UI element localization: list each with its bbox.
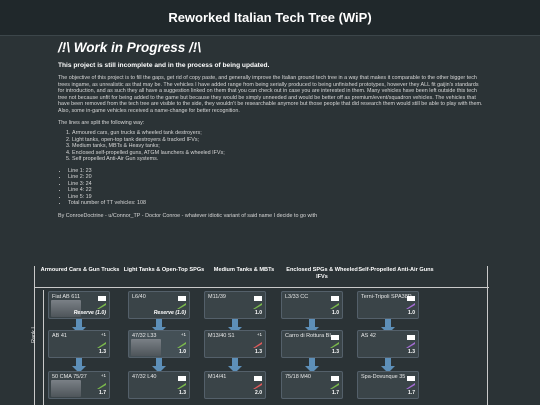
battle-rating: 1.3	[255, 349, 262, 355]
flag-icon	[407, 335, 415, 340]
flag-icon	[254, 376, 262, 381]
list-item: Self propelled Anti-Air Gun systems.	[72, 156, 486, 163]
vehicle-name: Terni-Tripoli SPA38R	[361, 294, 412, 300]
battle-rating: 1.3	[332, 349, 339, 355]
list-item: Total number of TT vehicles: 108	[68, 200, 486, 207]
folder-count: +1	[100, 373, 106, 378]
battle-rating: 1.3	[408, 349, 415, 355]
rank-label-text: Rank I	[30, 327, 37, 343]
vehicle-card[interactable]: Fiat AB 611 Reserve (1.0)	[48, 291, 110, 319]
battle-rating: 1.0	[255, 310, 262, 316]
vehicle-class-icon	[253, 342, 262, 348]
vehicle-name: 47/32 L40	[132, 374, 157, 380]
flag-icon	[331, 296, 339, 301]
credits: By ConroeDoctrine - u/Connor_TP - Doctor…	[58, 212, 318, 219]
vehicle-card[interactable]: Spa-Dovunque 35 1.7	[357, 371, 419, 399]
battle-rating: 1.0	[408, 310, 415, 316]
lines-list: Armoured cars, gun trucks & wheeled tank…	[72, 130, 486, 163]
flag-icon	[178, 296, 186, 301]
vehicle-card[interactable]: 75/18 M40 1.7	[281, 371, 343, 399]
vehicle-class-icon	[97, 383, 106, 389]
vehicle-name: AS 42	[361, 333, 376, 339]
vehicle-name: Carro di Rottura BI	[285, 333, 331, 339]
rank-label: Rank I	[30, 290, 44, 405]
vehicle-name: L6/40	[132, 294, 146, 300]
vehicle-card[interactable]: M13/40 S1 +1 1.3	[204, 330, 266, 358]
vehicle-card[interactable]: 50 CMA 75/27 +1 1.7	[48, 371, 110, 399]
incomplete-notice: This project is still incomplete and in …	[58, 62, 270, 69]
vehicle-class-icon	[177, 303, 186, 309]
vehicle-class-icon	[330, 383, 339, 389]
column-header: Self-Propelled Anti-Air Guns	[358, 267, 434, 273]
column-header: Medium Tanks & MBTs	[213, 267, 275, 273]
vehicle-class-icon	[253, 303, 262, 309]
vehicle-name: Spa-Dovunque 35	[361, 374, 406, 380]
vehicle-name: 75/18 M40	[285, 374, 311, 380]
vehicle-card[interactable]: M11/39 1.0	[204, 291, 266, 319]
flag-icon	[407, 296, 415, 301]
flag-icon	[178, 376, 186, 381]
vehicle-class-icon	[253, 383, 262, 389]
lines-intro: The lines are split the following way:	[58, 120, 145, 126]
vehicle-class-icon	[330, 342, 339, 348]
folder-count: +1	[100, 332, 106, 337]
vehicle-card[interactable]: L3/33 CC 1.0	[281, 291, 343, 319]
flag-icon	[331, 376, 339, 381]
vehicle-class-icon	[177, 383, 186, 389]
battle-rating: 2.0	[255, 390, 262, 396]
vehicle-card[interactable]: AB 41 +1 1.3	[48, 330, 110, 358]
vehicle-name: M14/41	[208, 374, 227, 380]
vehicle-name: M13/40 S1	[208, 333, 235, 339]
battle-rating: 1.0	[332, 310, 339, 316]
reserve-label: Reserve (1.0)	[73, 310, 106, 316]
title-bar: Reworked Italian Tech Tree (WiP)	[0, 0, 540, 36]
vehicle-class-icon	[406, 383, 415, 389]
vehicle-card[interactable]: 47/32 L33 +1 1.0	[128, 330, 190, 358]
vehicle-class-icon	[330, 303, 339, 309]
battle-rating: 1.0	[179, 349, 186, 355]
vehicle-card[interactable]: 47/32 L40 1.3	[128, 371, 190, 399]
intro-section: /!\ Work in Progress /!\ This project is…	[58, 36, 486, 219]
column-header: Armoured Cars & Gun Trucks	[40, 267, 120, 273]
vehicle-name: L3/33 CC	[285, 294, 309, 300]
vehicle-card[interactable]: Carro di Rottura BI 1.3	[281, 330, 343, 358]
vehicle-class-icon	[97, 303, 106, 309]
flag-icon	[407, 376, 415, 381]
vehicle-name: M11/39	[208, 294, 226, 300]
vehicle-card[interactable]: Terni-Tripoli SPA38R 1.0	[357, 291, 419, 319]
battle-rating: 1.7	[332, 390, 339, 396]
vehicle-class-icon	[177, 342, 186, 348]
line-counts-list: Line 1: 23 Line 2: 20 Line 3: 24 Line 4:…	[68, 168, 486, 207]
objective-paragraph: The objective of this project is to fill…	[58, 75, 483, 114]
folder-count: +1	[180, 332, 186, 337]
flag-icon	[331, 335, 339, 340]
reserve-label: Reserve (1.0)	[153, 310, 186, 316]
column-header: Light Tanks & Open-Top SPGs	[123, 267, 205, 273]
vehicle-thumbnail	[131, 339, 161, 356]
column-headers: Armoured Cars & Gun Trucks Light Tanks &…	[35, 266, 489, 288]
vehicle-card[interactable]: AS 42 1.3	[357, 330, 419, 358]
vehicle-class-icon	[406, 342, 415, 348]
flag-icon	[98, 296, 106, 301]
battle-rating: 1.3	[179, 390, 186, 396]
folder-count: +1	[256, 332, 262, 337]
wip-heading: /!\ Work in Progress /!\	[58, 40, 202, 55]
vehicle-card[interactable]: L6/40 Reserve (1.0)	[128, 291, 190, 319]
vehicle-name: AB 41	[52, 333, 67, 339]
battle-rating: 1.7	[408, 390, 415, 396]
page-title: Reworked Italian Tech Tree (WiP)	[168, 10, 372, 25]
vehicle-class-icon	[97, 342, 106, 348]
battle-rating: 1.3	[99, 349, 106, 355]
battle-rating: 1.7	[99, 390, 106, 396]
vehicle-class-icon	[406, 303, 415, 309]
flag-icon	[254, 296, 262, 301]
column-header: Enclosed SPGs & Wheeled IFVs	[286, 267, 358, 280]
vehicle-card[interactable]: M14/41 2.0	[204, 371, 266, 399]
vehicle-thumbnail	[51, 380, 81, 397]
